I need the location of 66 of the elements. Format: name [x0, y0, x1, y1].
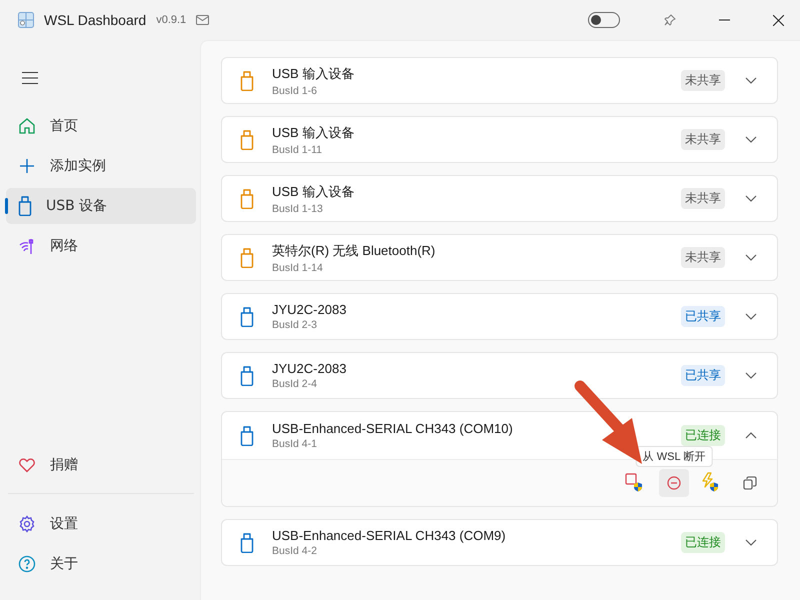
window-title: WSL Dashboard [44, 12, 146, 28]
status-tag: 未共享 [681, 70, 725, 91]
mail-icon[interactable] [196, 15, 210, 25]
chevron-down-icon [745, 313, 757, 320]
status-tag: 未共享 [681, 247, 725, 268]
bus-id: BusId 1-14 [272, 262, 324, 274]
status-tag: 未共享 [681, 129, 725, 150]
copy-icon [743, 476, 757, 490]
status-tag: 未共享 [681, 188, 725, 209]
usb-drive-icon [240, 366, 254, 386]
tooltip: 从 WSL 断开 [636, 446, 712, 467]
chevron-down-icon [745, 77, 757, 84]
bus-id: BusId 1-13 [272, 202, 324, 214]
sidebar-item[interactable]: 关于 [6, 546, 196, 582]
heart-icon [18, 456, 36, 474]
theme-toggle[interactable] [588, 12, 620, 28]
minus-circle-icon [667, 476, 681, 490]
bus-id: BusId 1-6 [272, 84, 318, 96]
sidebar-item[interactable]: 网络 [6, 228, 196, 264]
usb-drive-icon [240, 130, 254, 150]
version-label: v0.9.1 [156, 14, 186, 26]
usb-drive-icon [240, 248, 254, 268]
device-name: JYU2C-2083 [272, 302, 348, 317]
usb-drive-icon [240, 188, 254, 208]
usb-drive-icon [18, 196, 32, 216]
bus-id: BusId 2-4 [272, 378, 318, 390]
sidebar-item[interactable]: 设置 [6, 506, 196, 542]
usb-drive-icon [240, 532, 254, 552]
sidebar-item[interactable]: 添加实例 [6, 148, 196, 184]
chevron-down-icon [745, 539, 757, 546]
device-name: USB-Enhanced-SERIAL CH343 (COM10) [272, 421, 514, 436]
chevron-down-icon [745, 254, 757, 261]
wifi-signal-icon [18, 237, 36, 255]
sidebar-item[interactable]: USB 设备 [6, 188, 196, 224]
minimize-icon [718, 19, 730, 21]
device-name: USB-Enhanced-SERIAL CH343 (COM9) [272, 528, 507, 543]
device-name: USB 输入设备 [272, 182, 356, 200]
device-name: 英特尔(R) 无线 Bluetooth(R) [272, 242, 436, 260]
device-name: JYU2C-2083 [272, 361, 348, 376]
bus-id: BusId 2-3 [272, 319, 318, 331]
status-tag: 已连接 [681, 425, 725, 446]
device-name: USB 输入设备 [272, 64, 356, 82]
status-tag: 已连接 [681, 532, 725, 553]
status-tag: 已共享 [681, 306, 725, 327]
settings-icon [18, 515, 36, 533]
bus-id: BusId 4-2 [272, 545, 318, 557]
chevron-up-icon [745, 432, 757, 439]
menu-icon [22, 72, 38, 84]
chevron-down-icon [745, 136, 757, 143]
device-name: USB 输入设备 [272, 124, 356, 142]
plus-icon [18, 157, 36, 175]
bus-id: BusId 1-11 [272, 144, 324, 156]
usb-drive-icon [240, 306, 254, 326]
bus-id: BusId 4-1 [272, 438, 318, 450]
usb-drive-icon [240, 426, 254, 446]
home-icon [18, 117, 36, 135]
chevron-down-icon [745, 372, 757, 379]
pin-icon [664, 14, 676, 26]
usb-drive-icon [240, 70, 254, 90]
close-icon [772, 14, 784, 26]
status-tag: 已共享 [681, 365, 725, 386]
app-logo-icon [18, 12, 34, 28]
sidebar-item[interactable]: 首页 [6, 108, 196, 144]
chevron-down-icon [745, 195, 757, 202]
sidebar-item[interactable]: 捐赠 [6, 447, 196, 483]
help-icon [18, 555, 36, 573]
